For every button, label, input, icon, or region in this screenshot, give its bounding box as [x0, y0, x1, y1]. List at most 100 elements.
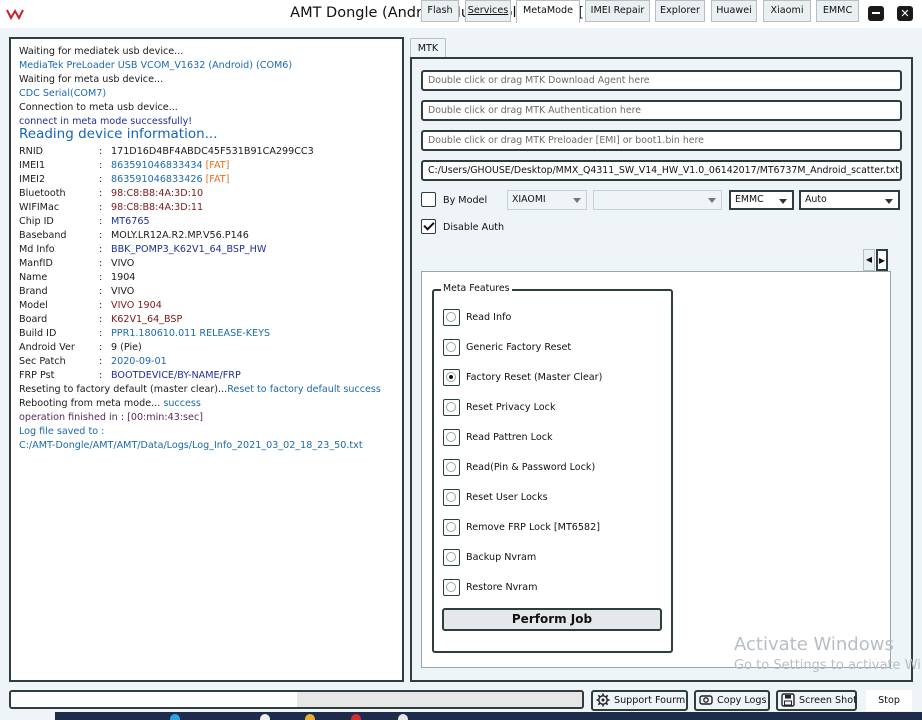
device-info-row: ManfID: VIVO: [19, 258, 389, 270]
auth-file-input[interactable]: Double click or drag MTK Authentication …: [421, 100, 902, 121]
taskbar-app-icon[interactable]: [398, 714, 408, 720]
meta-option-radio[interactable]: [443, 519, 460, 536]
meta-option-label[interactable]: Factory Reset (Master Clear): [466, 372, 602, 383]
subtab-huawei[interactable]: Huawei: [711, 0, 757, 22]
subtab-metamode[interactable]: MetaMode: [516, 0, 580, 23]
chevron-down-icon: [573, 198, 581, 203]
device-info-row: Android Ver:9 (Pie): [19, 342, 389, 354]
taskbar-app-icon[interactable]: [305, 714, 315, 720]
meta-option-label[interactable]: Read Info: [466, 312, 511, 323]
taskbar: [55, 712, 922, 720]
model-select[interactable]: [593, 190, 722, 210]
meta-option-radio[interactable]: [443, 369, 460, 386]
taskbar-app-icon[interactable]: [351, 714, 361, 720]
screenshot-label: Screen Shot: [799, 695, 857, 706]
progress-bar: [9, 690, 584, 709]
reset-result: Reset to factory default success: [227, 384, 381, 395]
tabs-scroll-left-button[interactable]: ◀: [863, 249, 875, 271]
log-heading: Reading device information...: [19, 126, 218, 142]
minimize-button[interactable]: [868, 6, 884, 21]
meta-option-label[interactable]: Backup Nvram: [466, 552, 536, 563]
preloader-input[interactable]: Double click or drag MTK Preloader [EMI]…: [421, 130, 902, 151]
subtab-explorer[interactable]: Explorer: [655, 0, 705, 22]
device-info-separator: :: [99, 216, 103, 227]
meta-option-radio[interactable]: [443, 309, 460, 326]
meta-option-radio[interactable]: [443, 399, 460, 416]
log-panel: Waiting for mediatek usb device... Media…: [9, 37, 404, 682]
device-info-row: Model: VIVO 1904: [19, 300, 389, 312]
device-info-row: Chip ID: MT6765: [19, 216, 389, 228]
log-line-finished: operation finished in : [00:min:43:sec]: [19, 412, 203, 423]
perform-job-button[interactable]: Perform Job: [442, 608, 662, 631]
scatter-file-input[interactable]: C:/Users/GHOUSE/Desktop/MMX_Q4311_SW_V14…: [421, 160, 902, 181]
copy-icon: [699, 695, 713, 705]
screenshot-button[interactable]: Screen Shot: [776, 690, 857, 711]
device-info-value: MT6765: [111, 216, 150, 228]
device-info-value: BOOTDEVICE/BY-NAME/FRP: [111, 370, 241, 382]
brand-select[interactable]: XIAOMI: [507, 190, 587, 210]
support-forum-button[interactable]: Support Fourm: [591, 690, 688, 711]
device-info-row: Build ID: PPR1.180610.011 RELEASE-KEYS: [19, 328, 389, 340]
meta-option-label[interactable]: Remove FRP Lock [MT6582]: [466, 522, 600, 533]
device-info-value: PPR1.180610.011 RELEASE-KEYS: [111, 328, 270, 340]
device-info-value-text: 9 (Pie): [111, 342, 142, 353]
tabs-scroll-right-button[interactable]: ▶: [876, 249, 888, 271]
device-info-row: Board: K62V1_64_BSP: [19, 314, 389, 326]
device-info-separator: :: [99, 146, 103, 157]
device-info-row: FRP Pst: BOOTDEVICE/BY-NAME/FRP: [19, 370, 389, 382]
device-info-row: RNID:171D16D4BF4ABDC45F531B91CA299CC3: [19, 146, 389, 158]
radio-indicator-icon: [446, 582, 456, 592]
device-info-value-text: MOLY.LR12A.R2.MP.V56.P146: [111, 230, 249, 241]
device-info-key: Build ID: [19, 328, 57, 339]
stop-button[interactable]: Stop: [866, 690, 912, 711]
subtab-services[interactable]: Services: [465, 0, 511, 22]
meta-option-radio[interactable]: [443, 489, 460, 506]
by-model-label: By Model: [443, 195, 488, 206]
minimize-icon: [872, 12, 880, 14]
subtab-xiaomi[interactable]: Xiaomi: [763, 0, 811, 22]
meta-option-radio[interactable]: [443, 579, 460, 596]
storage-select-value: EMMC: [735, 194, 764, 205]
device-info-value: VIVO: [111, 258, 134, 270]
subtab-imei-repair[interactable]: IMEI Repair: [585, 0, 650, 22]
copy-logs-button[interactable]: Copy Logs: [694, 690, 770, 711]
tab-mtk[interactable]: MTK: [410, 38, 446, 58]
gear-icon: [596, 693, 610, 707]
meta-option-label[interactable]: Reset User Locks: [466, 492, 548, 503]
meta-option-label[interactable]: Generic Factory Reset: [466, 342, 571, 353]
taskbar-app-icon[interactable]: [260, 714, 270, 720]
meta-option-label[interactable]: Read(Pin & Password Lock): [466, 462, 595, 473]
taskbar-app-icon[interactable]: [170, 714, 180, 720]
meta-option-label[interactable]: Read Pattren Lock: [466, 432, 553, 443]
log-line-reset: Reseting to factory default (master clea…: [19, 384, 381, 396]
chevron-down-icon: [779, 199, 787, 204]
device-info-value-text: VIVO: [111, 258, 135, 269]
meta-option-radio[interactable]: [443, 429, 460, 446]
storage-select[interactable]: EMMC: [729, 190, 794, 210]
device-info-key: Brand: [19, 286, 48, 297]
device-info-value-text: PPR1.180610.011 RELEASE-KEYS: [111, 328, 271, 339]
device-info-separator: :: [99, 272, 103, 283]
radio-indicator-icon: [446, 492, 456, 502]
meta-option-radio[interactable]: [443, 459, 460, 476]
meta-option-radio[interactable]: [443, 339, 460, 356]
log-line: Connection to meta usb device...: [19, 102, 178, 113]
download-agent-input[interactable]: Double click or drag MTK Download Agent …: [421, 70, 902, 91]
device-info-value-text: 98:C8:B8:4A:3D:10: [111, 188, 204, 199]
device-info-separator: :: [99, 230, 103, 241]
close-icon: ✕: [900, 7, 910, 20]
device-info-key: WIFIMac: [19, 202, 60, 213]
meta-option-label[interactable]: Restore Nvram: [466, 582, 537, 593]
meta-option-label[interactable]: Reset Privacy Lock: [466, 402, 556, 413]
close-button[interactable]: ✕: [897, 6, 913, 21]
subtab-flash[interactable]: Flash: [421, 0, 459, 22]
subtab-emmc[interactable]: EMMC: [816, 0, 859, 22]
mode-select[interactable]: Auto: [799, 190, 900, 210]
mode-select-value: Auto: [805, 194, 827, 205]
disable-auth-checkbox[interactable]: [421, 219, 436, 234]
device-info-key: Md Info: [19, 244, 55, 255]
by-model-checkbox[interactable]: [421, 192, 436, 207]
device-info-key: ManfID: [19, 258, 53, 269]
save-icon: [781, 693, 795, 707]
meta-option-radio[interactable]: [443, 549, 460, 566]
